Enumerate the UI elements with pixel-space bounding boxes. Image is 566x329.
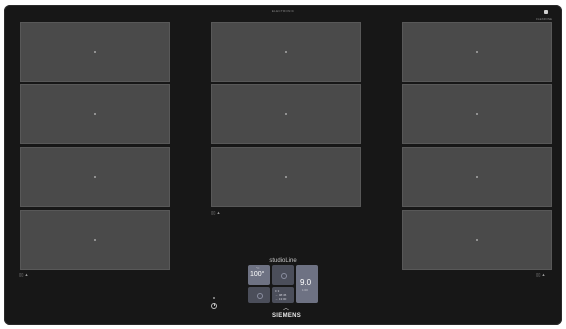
cooking-zone-center-3[interactable] <box>211 147 361 207</box>
function-icon <box>281 273 287 279</box>
cooking-zone-left-1[interactable] <box>20 22 170 82</box>
cooking-zone-right-1[interactable] <box>402 22 552 82</box>
bridge-icon-right[interactable]: ▯▯ ▲ <box>536 272 545 277</box>
temperature-unit: °C <box>256 266 260 270</box>
zone-center-dot <box>476 113 478 115</box>
temperature-tile[interactable]: °C 100° <box>248 265 270 285</box>
flexzone-label: FLEXZONE <box>536 17 552 21</box>
power-level-sub: 1:00 <box>302 288 308 292</box>
brand-logo: SIEMENS <box>272 313 302 319</box>
zone-center-dot <box>94 176 96 178</box>
cooking-zone-center-2[interactable] <box>211 84 361 144</box>
lock-icon[interactable] <box>213 297 215 299</box>
timer-tile[interactable] <box>248 287 270 303</box>
zone-center-dot <box>285 51 287 53</box>
cooking-zone-right-2[interactable] <box>402 84 552 144</box>
power-level-tile[interactable]: 9.0 1:00 <box>296 265 318 303</box>
info-tile[interactable]: ≡ 3 → 08:45 → 13:00 <box>272 287 294 303</box>
power-icon[interactable] <box>211 303 217 309</box>
top-label: ELECTRONIC <box>271 9 295 13</box>
zone-center-dot <box>476 239 478 241</box>
bridge-icon-center[interactable]: ▯▯ ▲ <box>211 210 220 215</box>
info-line: → 13:00 <box>275 297 287 301</box>
series-label: studioLine <box>269 258 297 264</box>
zone-center-dot <box>94 113 96 115</box>
touch-control-panel: °C 100° 9.0 1:00 ≡ 3 → 08:45 → 13:00 <box>248 265 319 305</box>
settings-icon[interactable] <box>544 10 548 14</box>
timer-icon <box>257 293 263 299</box>
zone-center-dot <box>476 51 478 53</box>
zone-center-dot <box>476 176 478 178</box>
cooking-zone-left-2[interactable] <box>20 84 170 144</box>
zone-center-dot <box>94 239 96 241</box>
power-level-value: 9.0 <box>300 278 312 287</box>
bridge-icon-left[interactable]: ▯▯ ▲ <box>19 272 28 277</box>
zone-center-dot <box>285 113 287 115</box>
cooking-zone-right-3[interactable] <box>402 147 552 207</box>
chevron-up-icon[interactable]: ︿ <box>283 306 289 312</box>
zone-center-dot <box>285 176 287 178</box>
temperature-value: 100° <box>250 271 265 278</box>
zone-center-dot <box>94 51 96 53</box>
function-tile[interactable] <box>272 265 294 285</box>
cooking-zone-left-3[interactable] <box>20 147 170 207</box>
cooking-zone-center-1[interactable] <box>211 22 361 82</box>
